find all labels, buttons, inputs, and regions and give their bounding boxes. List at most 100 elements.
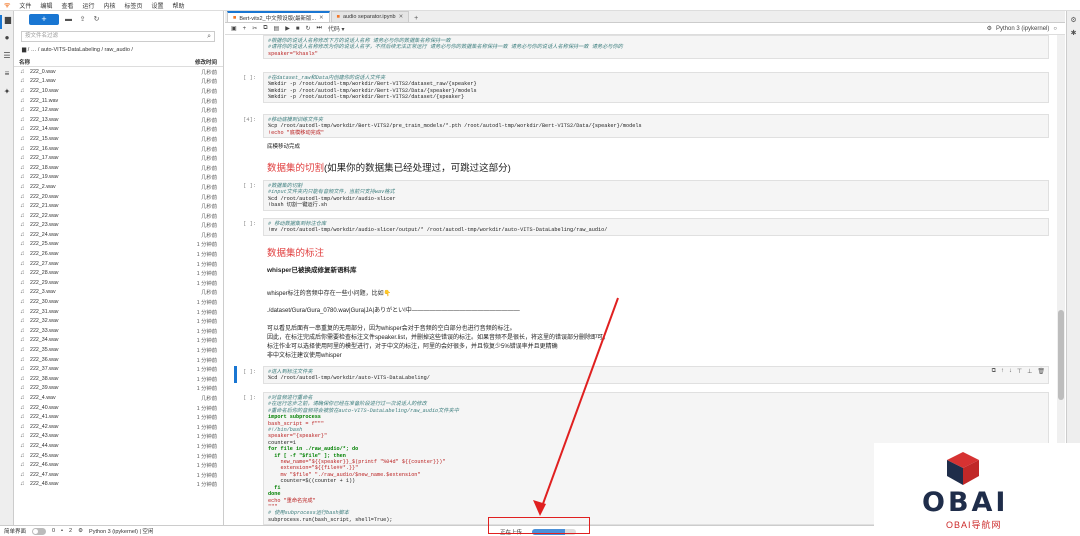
menu-view[interactable]: 查看 — [61, 1, 73, 10]
code-editor[interactable]: #移动底模到训练文件夹 %cp /root/autodl-tmp/workdir/… — [263, 114, 1049, 139]
file-list-item[interactable]: ♫ 222_48.wav 1 分钟前 — [14, 480, 223, 490]
column-name-header[interactable]: 名称 — [19, 58, 30, 66]
file-list-item[interactable]: ♫ 222_41.wav 1 分钟前 — [14, 412, 223, 422]
close-icon[interactable]: ✕ — [399, 14, 404, 20]
cut-icon[interactable]: ✂ — [252, 25, 257, 32]
delete-cell-icon[interactable]: 🗑 — [1037, 368, 1045, 375]
kernel-indicator[interactable]: ⚙ Python 3 (ipykernel) ○ — [987, 25, 1057, 33]
code-editor[interactable]: #在dataset_raw和Data内创建你的说话人文件夹 %mkdir -p /… — [263, 72, 1049, 103]
file-list-item[interactable]: ♫ 222_36.wav 1 分钟前 — [14, 355, 223, 365]
code-editor[interactable]: #进入到标注文件夹 %cd /root/autodl-tmp/workdir/au… — [263, 366, 1049, 384]
breadcrumb-path[interactable]: / … / auto-VITS-DataLabeling / raw_audio… — [28, 47, 133, 53]
file-list-item[interactable]: ♫ 222_14.wav 几秒前 — [14, 125, 223, 135]
file-modified: 几秒前 — [201, 108, 217, 115]
file-list-item[interactable]: ♫ 222_43.wav 1 分钟前 — [14, 432, 223, 442]
duplicate-cell-icon[interactable]: ⧉ — [992, 368, 996, 375]
file-list-item[interactable]: ♫ 222_11.wav 几秒前 — [14, 96, 223, 106]
file-list-item[interactable]: ♫ 222_37.wav 1 分钟前 — [14, 364, 223, 374]
tab-audio-separator[interactable]: ■ audio separator.ipynb ✕ — [330, 11, 410, 22]
close-icon[interactable]: ✕ — [319, 15, 324, 21]
insert-above-icon[interactable]: ⊤ — [1017, 368, 1022, 375]
file-list-item[interactable]: ♫ 222_47.wav 1 分钟前 — [14, 470, 223, 480]
file-list-item[interactable]: ♫ 222_30.wav 1 分钟前 — [14, 297, 223, 307]
simple-mode-toggle[interactable] — [32, 527, 47, 535]
fast-forward-icon[interactable]: ⏭ — [316, 25, 321, 32]
file-list-item[interactable]: ♫ 222_46.wav 1 分钟前 — [14, 460, 223, 470]
file-list-item[interactable]: ♫ 222_42.wav 1 分钟前 — [14, 422, 223, 432]
file-list-item[interactable]: ♫ 222_1.wav 几秒前 — [14, 77, 223, 87]
file-filter-input[interactable]: 按文件名过滤 ⌕ — [21, 31, 215, 42]
file-list-item[interactable]: ♫ 222_44.wav 1 分钟前 — [14, 441, 223, 451]
paste-icon[interactable]: ▤ — [274, 25, 280, 32]
file-list-item[interactable]: ♫ 222_2.wav 几秒前 — [14, 182, 223, 192]
stop-icon[interactable]: ■ — [296, 26, 300, 32]
menu-run[interactable]: 运行 — [82, 1, 94, 10]
column-modified-header[interactable]: 修改时间 — [195, 58, 217, 66]
file-list-item[interactable]: ♫ 222_12.wav 几秒前 — [14, 105, 223, 115]
new-tab-icon[interactable]: + — [410, 15, 422, 22]
add-cell-icon[interactable]: + — [243, 26, 247, 32]
cell-type-select[interactable]: 代码 ▾ — [328, 24, 345, 33]
code-editor[interactable]: #根据你的说话人名称修改下方的说话人名称 请务必与你的数据集名称保持一致 #请将你… — [263, 35, 1049, 60]
file-list-item[interactable]: ♫ 222_23.wav 几秒前 — [14, 221, 223, 231]
folder-icon[interactable]: ▆ — [0, 15, 14, 29]
restart-icon[interactable]: ↻ — [305, 25, 310, 32]
file-list-item[interactable]: ♫ 222_15.wav 几秒前 — [14, 134, 223, 144]
file-list-item[interactable]: ♫ 222_20.wav 几秒前 — [14, 192, 223, 202]
save-icon[interactable]: ▣ — [231, 25, 237, 32]
tab-bert-vits2-notebook[interactable]: ■ Bert-vits2_中文预设版(最新版... ✕ — [227, 11, 330, 22]
file-list-item[interactable]: ♫ 222_24.wav 几秒前 — [14, 230, 223, 240]
file-list-item[interactable]: ♫ 222_21.wav 几秒前 — [14, 201, 223, 211]
file-list-item[interactable]: ♫ 222_26.wav 1 分钟前 — [14, 249, 223, 259]
file-list-item[interactable]: ♫ 222_18.wav 几秒前 — [14, 163, 223, 173]
file-list-item[interactable]: ♫ 222_19.wav 几秒前 — [14, 173, 223, 183]
file-list-item[interactable]: ♫ 222_17.wav 几秒前 — [14, 153, 223, 163]
extension-icon[interactable]: ✦ — [0, 87, 14, 101]
file-list-item[interactable]: ♫ 222_38.wav 1 分钟前 — [14, 374, 223, 384]
code-editor[interactable]: # 移动数据集到标注仓库 !mv /root/autodl-tmp/workdir… — [263, 218, 1049, 236]
file-list-item[interactable]: ♫ 222_13.wav 几秒前 — [14, 115, 223, 125]
move-down-icon[interactable]: ↓ — [1009, 368, 1012, 375]
file-list-item[interactable]: ♫ 222_35.wav 1 分钟前 — [14, 345, 223, 355]
menu-help[interactable]: 帮助 — [173, 1, 185, 10]
file-list-item[interactable]: ♫ 222_16.wav 几秒前 — [14, 144, 223, 154]
code-editor[interactable]: #数据集的切割 #input文件夹内只能有音频文件，当前只支持wav格式 %cd /… — [263, 180, 1049, 211]
breadcrumb[interactable]: ▆ / … / auto-VITS-DataLabeling / raw_aud… — [14, 42, 223, 58]
file-list-item[interactable]: ♫ 222_10.wav 几秒前 — [14, 86, 223, 96]
toc-icon[interactable]: ≡ — [0, 69, 14, 83]
file-list-item[interactable]: ♫ 222_27.wav 1 分钟前 — [14, 259, 223, 269]
file-list-item[interactable]: ♫ 222_25.wav 1 分钟前 — [14, 240, 223, 250]
file-list-item[interactable]: ♫ 222_29.wav 1 分钟前 — [14, 278, 223, 288]
new-folder-icon[interactable]: ▬ — [64, 16, 73, 23]
file-list-item[interactable]: ♫ 222_40.wav 1 分钟前 — [14, 403, 223, 413]
file-list-item[interactable]: ♫ 222_34.wav 1 分钟前 — [14, 336, 223, 346]
copy-icon[interactable]: ⧉ — [263, 25, 267, 32]
running-icon[interactable]: ● — [0, 33, 14, 47]
commands-icon[interactable]: ☰ — [0, 51, 14, 65]
scrollbar-thumb[interactable] — [1058, 310, 1064, 400]
menu-file[interactable]: 文件 — [19, 1, 31, 10]
file-list-item[interactable]: ♫ 222_4.wav 几秒前 — [14, 393, 223, 403]
new-launcher-button[interactable]: + — [29, 13, 59, 25]
upload-icon[interactable]: ⇪ — [78, 15, 87, 23]
file-list-item[interactable]: ♫ 222_33.wav 1 分钟前 — [14, 326, 223, 336]
refresh-icon[interactable]: ↻ — [92, 15, 101, 23]
menu-edit[interactable]: 编辑 — [40, 1, 52, 10]
menu-settings[interactable]: 设置 — [152, 1, 164, 10]
menu-tabs[interactable]: 标签页 — [124, 1, 142, 10]
insert-below-icon[interactable]: ⊥ — [1027, 368, 1032, 375]
file-list-item[interactable]: ♫ 222_31.wav 1 分钟前 — [14, 307, 223, 317]
menu-kernel[interactable]: 内核 — [103, 1, 115, 10]
move-up-icon[interactable]: ↑ — [1001, 368, 1004, 375]
file-list-item[interactable]: ♫ 222_3.wav 几秒前 — [14, 288, 223, 298]
file-list-item[interactable]: ♫ 222_39.wav 1 分钟前 — [14, 384, 223, 394]
property-inspector-icon[interactable]: ⚙ — [1067, 16, 1080, 24]
run-icon[interactable]: ▶ — [285, 25, 290, 32]
file-list-item[interactable]: ♫ 222_22.wav 几秒前 — [14, 211, 223, 221]
file-list-item[interactable]: ♫ 222_0.wav 几秒前 — [14, 67, 223, 77]
debugger-icon[interactable]: ✱ — [1067, 29, 1080, 37]
kernel-status[interactable]: Python 3 (ipykernel) | 空闲 — [89, 527, 153, 535]
file-list-item[interactable]: ♫ 222_28.wav 1 分钟前 — [14, 268, 223, 278]
file-list-item[interactable]: ♫ 222_45.wav 1 分钟前 — [14, 451, 223, 461]
file-list-item[interactable]: ♫ 222_32.wav 1 分钟前 — [14, 316, 223, 326]
